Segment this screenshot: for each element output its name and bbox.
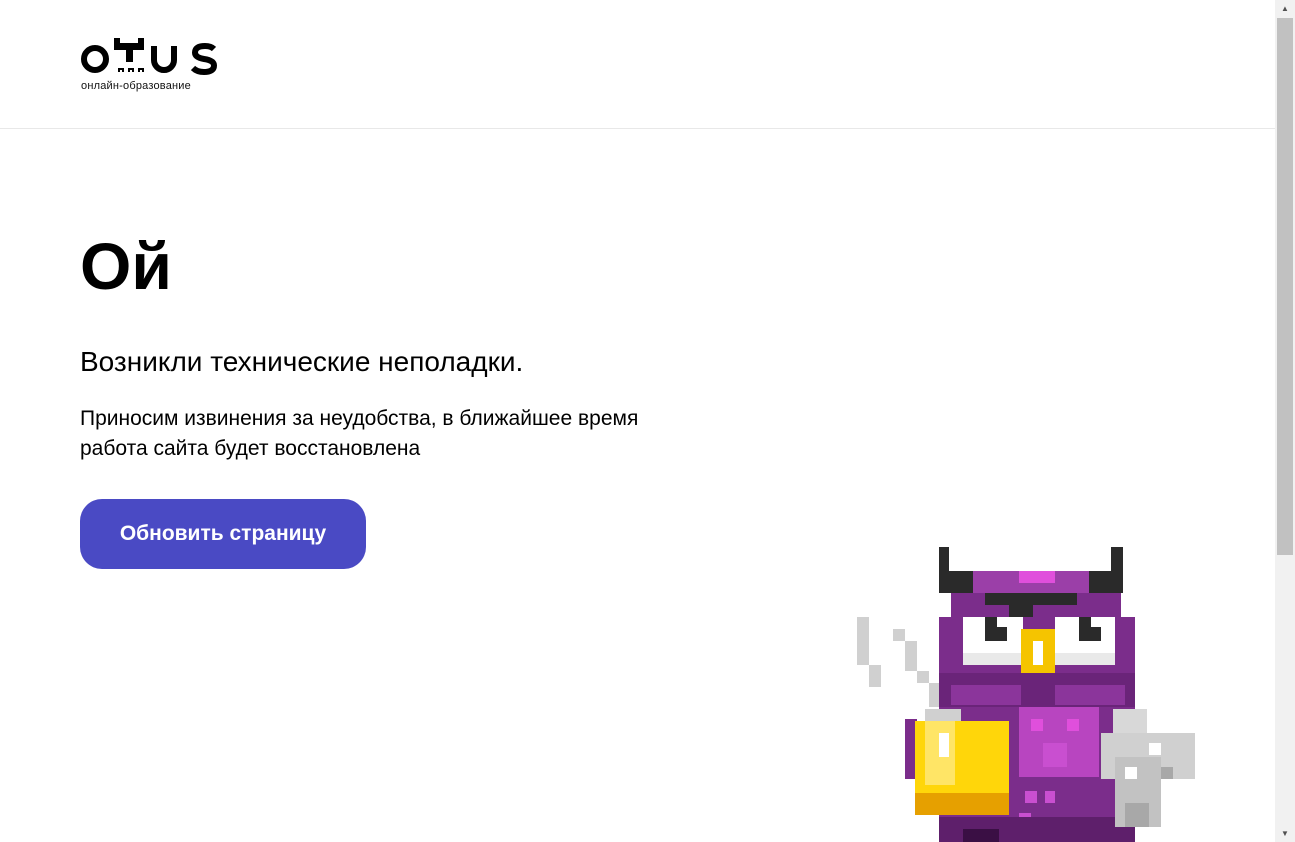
error-description: Приносим извинения за неудобства, в ближ…	[80, 407, 639, 460]
page-title: Ой	[80, 229, 172, 303]
pixel-owl-with-coffee-icon	[857, 547, 1195, 842]
vertical-scrollbar[interactable]: ▲ ▼	[1275, 0, 1295, 842]
triangle-down-icon[interactable]: ▼	[1275, 825, 1295, 842]
otus-logo-wordmark	[81, 38, 218, 76]
otus-logo[interactable]: онлайн-образование	[80, 34, 220, 96]
refresh-page-button[interactable]: Обновить страницу	[80, 499, 366, 569]
logo-tagline: онлайн-образование	[81, 80, 191, 92]
error-page: онлайн-образование Ой Возникли техническ…	[0, 0, 1295, 842]
error-subtitle: Возникли технические неполадки.	[80, 346, 524, 377]
scrollbar-thumb[interactable]	[1277, 18, 1293, 555]
error-content: Ой Возникли технические неполадки. Прино…	[80, 228, 720, 464]
site-header: онлайн-образование	[0, 0, 1275, 129]
triangle-up-icon[interactable]: ▲	[1275, 0, 1295, 17]
